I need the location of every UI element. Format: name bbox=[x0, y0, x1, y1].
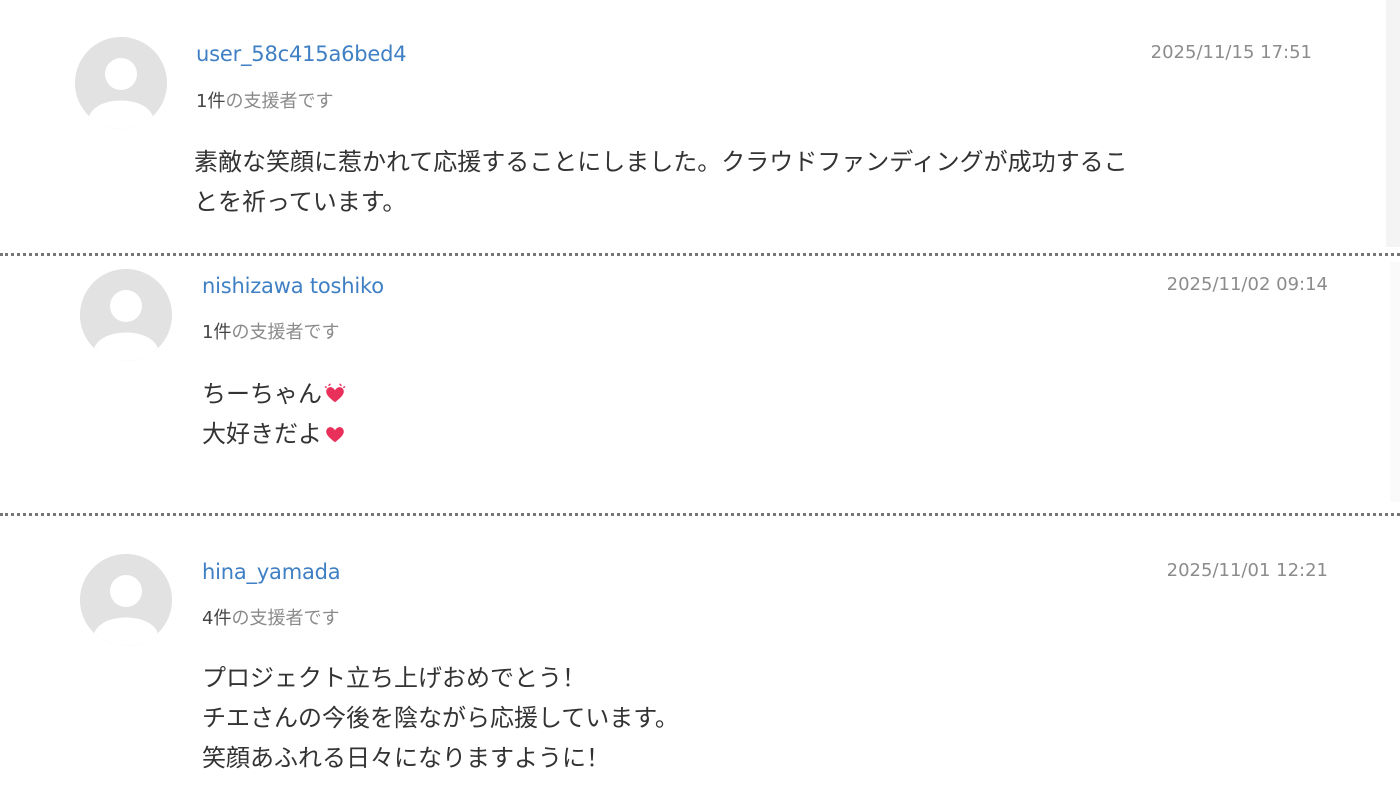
supporter-count-value: 4件 bbox=[202, 608, 232, 629]
supporter-count-label: の支援者です bbox=[231, 322, 340, 343]
comment-line: プロジェクト立ち上げおめでとう！ bbox=[202, 664, 586, 692]
supporter-count: 1件の支援者です bbox=[196, 87, 333, 113]
page-edge bbox=[1386, 0, 1400, 247]
comment-username[interactable]: hina_yamada bbox=[202, 560, 341, 584]
default-user-icon bbox=[75, 37, 167, 129]
comment-line: 大好きだよ bbox=[202, 414, 1322, 454]
comment-body: プロジェクト立ち上げおめでとう！ チエさんの今後を陰ながら応援しています。 笑顔… bbox=[202, 658, 1322, 778]
supporter-count-value: 1件 bbox=[202, 322, 232, 343]
supporter-count: 1件の支援者です bbox=[202, 318, 339, 344]
default-user-icon bbox=[80, 269, 172, 361]
comment-line: 素敵な笑顔に惹かれて応援することにしました。クラウドファンディングが成功するこ bbox=[194, 148, 1128, 176]
comment-line-text: ちーちゃん bbox=[202, 380, 322, 408]
comment-item: nishizawa toshiko 1件の支援者です 2025/11/02 09… bbox=[0, 256, 1386, 512]
comment-timestamp: 2025/11/15 17:51 bbox=[1150, 42, 1312, 63]
comment-body: 素敵な笑顔に惹かれて応援することにしました。クラウドファンディングが成功するこ … bbox=[194, 142, 1314, 222]
comment-timestamp: 2025/11/02 09:14 bbox=[1166, 274, 1328, 295]
comment-username[interactable]: user_58c415a6bed4 bbox=[196, 42, 407, 66]
supporter-count-label: の支援者です bbox=[225, 91, 334, 112]
comment-line: 笑顔あふれる日々になりますように！ bbox=[202, 744, 610, 772]
comment-line: とを祈っています。 bbox=[194, 188, 407, 216]
comment-line-text: 大好きだよ bbox=[202, 420, 322, 448]
avatar[interactable] bbox=[75, 37, 167, 129]
comment-item: hina_yamada 4件の支援者です 2025/11/01 12:21 プロ… bbox=[0, 516, 1386, 800]
comment-username[interactable]: nishizawa toshiko bbox=[202, 274, 384, 298]
avatar[interactable] bbox=[80, 269, 172, 361]
comment-body: ちーちゃん 大好きだよ bbox=[202, 374, 1322, 454]
default-user-icon bbox=[80, 554, 172, 646]
supporter-count-label: の支援者です bbox=[231, 608, 340, 629]
heart-icon bbox=[326, 427, 344, 443]
comment-line: ちーちゃん bbox=[202, 374, 1322, 414]
two-hearts-icon bbox=[324, 383, 346, 403]
supporter-count-value: 1件 bbox=[196, 91, 226, 112]
avatar[interactable] bbox=[80, 554, 172, 646]
supporter-count: 4件の支援者です bbox=[202, 604, 339, 630]
comment-line: チエさんの今後を陰ながら応援しています。 bbox=[202, 704, 679, 732]
comment-item: user_58c415a6bed4 1件の支援者です 2025/11/15 17… bbox=[0, 0, 1386, 247]
comment-timestamp: 2025/11/01 12:21 bbox=[1166, 560, 1328, 581]
page-edge bbox=[1390, 262, 1400, 502]
